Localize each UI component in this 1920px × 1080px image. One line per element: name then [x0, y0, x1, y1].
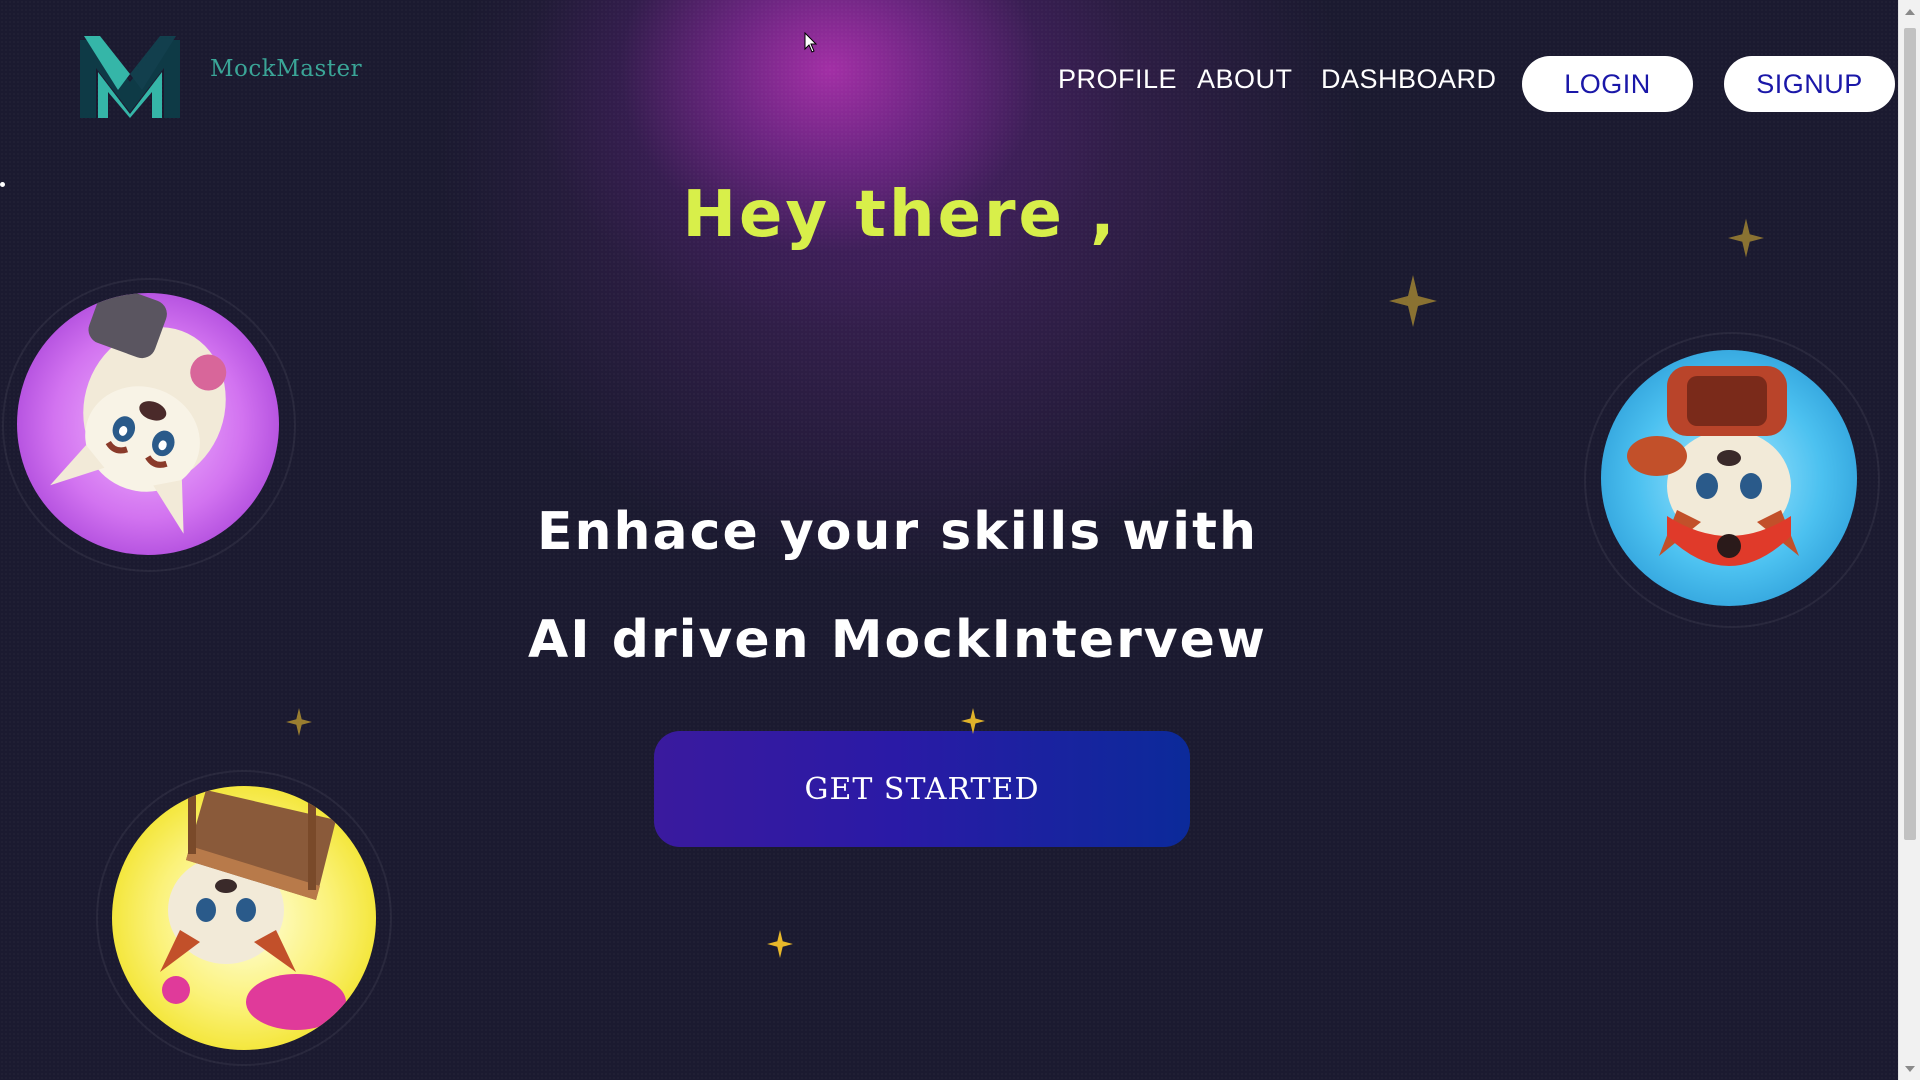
sparkle-icon — [1728, 218, 1764, 258]
vertical-scrollbar[interactable] — [1898, 0, 1920, 1080]
tagline-line-1: Enhace your skills with — [536, 502, 1259, 562]
sparkle-icon — [1389, 275, 1437, 327]
brand-name[interactable]: MockMaster — [210, 56, 362, 82]
signup-button[interactable]: SIGNUP — [1724, 56, 1895, 112]
scrollbar-thumb[interactable] — [1904, 28, 1916, 840]
m-monogram-logo[interactable] — [78, 34, 182, 118]
red-panda-avatar-blue — [1601, 350, 1857, 606]
greeting-heading: Hey there , — [682, 178, 1118, 252]
get-started-button[interactable]: GET STARTED — [654, 731, 1190, 847]
login-button[interactable]: LOGIN — [1522, 56, 1693, 112]
mouse-cursor-icon — [804, 32, 818, 53]
sparkle-icon — [961, 708, 985, 734]
star-dot — [0, 182, 5, 187]
scroll-down-arrow-icon[interactable] — [1905, 1066, 1915, 1072]
nav-dashboard-link[interactable]: DASHBOARD — [1321, 64, 1497, 95]
landing-page: MockMaster PROFILE ABOUT DASHBOARD LOGIN… — [0, 0, 1898, 1080]
nav-profile-link[interactable]: PROFILE — [1058, 64, 1177, 95]
sparkle-icon — [286, 708, 312, 736]
red-panda-avatar-purple — [17, 293, 279, 555]
tagline-line-2: AI driven MockIntervew — [528, 610, 1267, 670]
sparkle-icon — [767, 930, 793, 958]
red-panda-avatar-yellow — [112, 786, 376, 1050]
nav-about-link[interactable]: ABOUT — [1197, 64, 1293, 95]
scroll-up-arrow-icon[interactable] — [1905, 9, 1915, 15]
